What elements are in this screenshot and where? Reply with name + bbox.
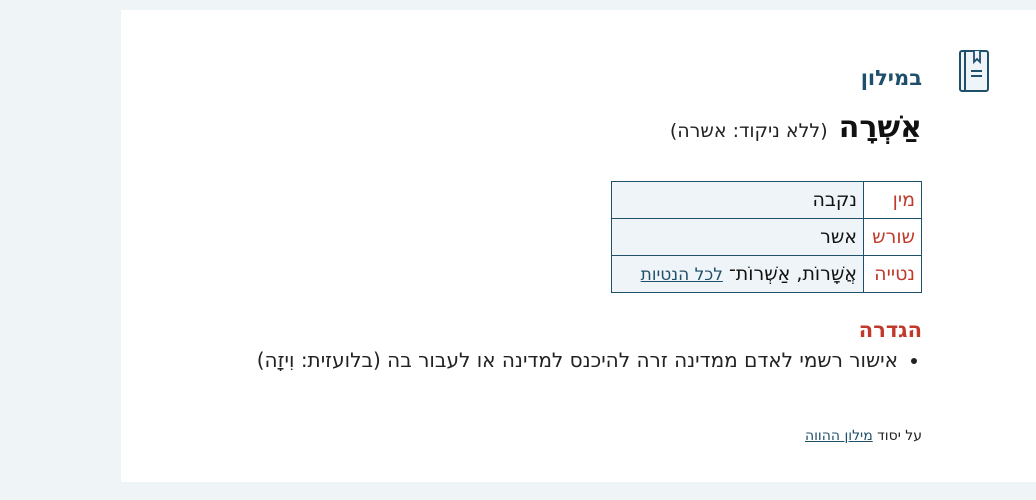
source-prefix: על יסוד xyxy=(877,428,922,444)
panel-header: במילון xyxy=(242,58,922,98)
no-nikud-note: (ללא ניקוד: אשרה) xyxy=(669,120,828,142)
panel-title: במילון xyxy=(860,66,922,90)
inflection-value: אֲשָׁרוֹת, אַשְׁרוֹת־ xyxy=(728,263,857,285)
definition-title: הגדרה xyxy=(858,318,922,342)
dictionary-card: במילון אַשְׁרָה (ללא ניקוד: אשרה) מין נק… xyxy=(121,10,1036,482)
headword-line: אַשְׁרָה (ללא ניקוד: אשרה) xyxy=(670,110,922,145)
gender-label: מין xyxy=(863,181,922,219)
table-row: נטייה אֲשָׁרוֹת, אַשְׁרוֹת־ לכל הנטיות xyxy=(611,255,922,293)
inflection-label: נטייה xyxy=(863,255,922,293)
definition-list: אישור רשמי לאדם ממדינה זרה להיכנס למדינה… xyxy=(257,344,922,376)
gender-value: נקבה xyxy=(611,181,864,219)
root-label: שורש xyxy=(863,218,922,256)
source-link[interactable]: מילון ההווה xyxy=(805,428,873,444)
definition-item: אישור רשמי לאדם ממדינה זרה להיכנס למדינה… xyxy=(257,344,898,376)
headword: אַשְׁרָה xyxy=(838,110,922,145)
all-inflections-link[interactable]: לכל הנטיות xyxy=(641,265,723,285)
table-row: מין נקבה xyxy=(611,181,922,219)
dictionary-book-icon xyxy=(959,50,989,92)
root-value: אשר xyxy=(611,218,864,256)
table-row: שורש אשר xyxy=(611,218,922,256)
inflection-cell: אֲשָׁרוֹת, אַשְׁרוֹת־ לכל הנטיות xyxy=(611,255,864,293)
source-credit: על יסוד מילון ההווה xyxy=(805,428,922,444)
info-table: מין נקבה שורש אשר נטייה אֲשָׁרוֹת, אַשְׁ… xyxy=(611,181,922,293)
